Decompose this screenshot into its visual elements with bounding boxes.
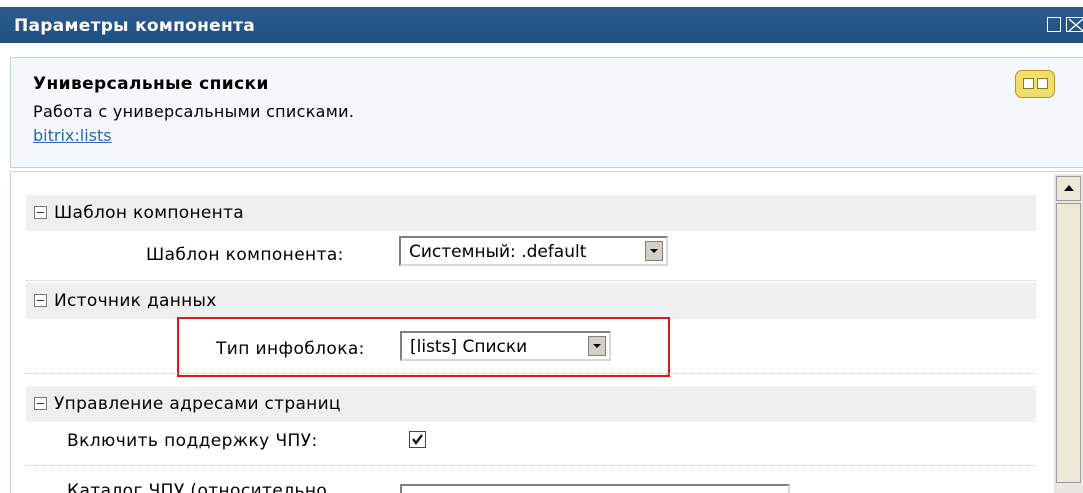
scroll-up-arrow-icon[interactable]: [1056, 176, 1081, 201]
close-button[interactable]: [1066, 17, 1083, 32]
component-params-window: Параметры компонента Универсальные списк…: [0, 0, 1083, 493]
section-template[interactable]: Шаблон компонента: [26, 195, 1036, 231]
component-info-card: Универсальные списки Работа с универсаль…: [10, 57, 1083, 168]
title-bar[interactable]: Параметры компонента: [0, 0, 1083, 43]
param-label-sef: Включить поддержку ЧПУ:: [67, 431, 318, 451]
iblock-type-select-value: [lists] Списки: [410, 337, 528, 357]
collapse-minus-icon[interactable]: [34, 397, 47, 410]
collapse-minus-icon[interactable]: [34, 206, 47, 219]
divider: [26, 280, 1036, 281]
dropdown-arrow-icon[interactable]: [645, 241, 663, 261]
divider: [26, 465, 1036, 466]
scrollbar[interactable]: [1054, 174, 1083, 493]
param-label-iblock-type: Тип инфоблока:: [216, 339, 365, 359]
sef-folder-input[interactable]: [400, 484, 790, 493]
divider: [26, 373, 1036, 374]
section-label: Управление адресами страниц: [54, 394, 341, 414]
component-description: Работа с универсальными списками.: [33, 102, 355, 121]
component-name: Универсальные списки: [33, 74, 269, 94]
collapse-minus-icon[interactable]: [34, 294, 47, 307]
dropdown-arrow-icon[interactable]: [588, 336, 606, 356]
iblock-type-select[interactable]: [lists] Списки: [400, 331, 611, 361]
maximize-button[interactable]: [1047, 17, 1061, 32]
sef-checkbox[interactable]: [409, 431, 426, 448]
component-blocks-icon: [1015, 70, 1055, 98]
param-label-template: Шаблон компонента:: [146, 245, 344, 265]
param-label-sef-folder: Каталог ЧПУ (относительно: [67, 481, 328, 493]
section-label: Источник данных: [54, 291, 217, 311]
window-title: Параметры компонента: [14, 16, 255, 36]
section-data-source[interactable]: Источник данных: [26, 283, 1036, 319]
template-select-value: Системный: .default: [409, 242, 587, 262]
section-sef[interactable]: Управление адресами страниц: [26, 386, 1036, 422]
checkmark-icon: [412, 434, 423, 445]
component-code-link[interactable]: bitrix:lists: [33, 126, 112, 145]
section-label: Шаблон компонента: [54, 203, 244, 223]
template-select[interactable]: Системный: .default: [399, 236, 668, 266]
scrollbar-thumb[interactable]: [1056, 203, 1081, 483]
close-icon: [1068, 18, 1083, 32]
